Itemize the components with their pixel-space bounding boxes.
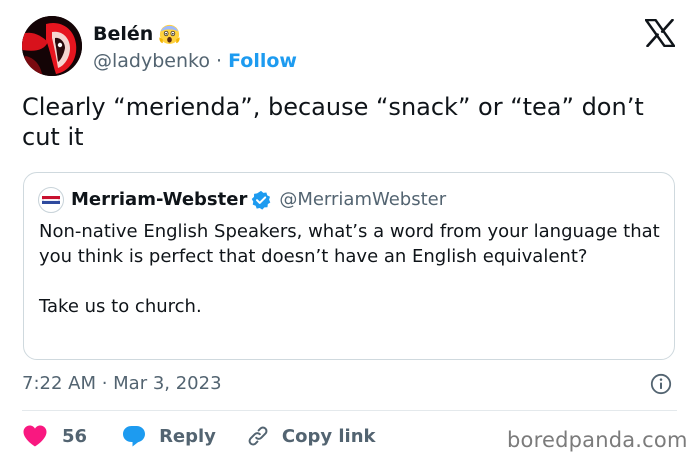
- author-handle-line: @ladybenko · Follow: [93, 50, 297, 72]
- watermark: boredpanda.com: [507, 428, 688, 452]
- reply-label: Reply: [159, 425, 216, 447]
- screaming-face-emoji-icon: [158, 22, 181, 45]
- reply-button[interactable]: Reply: [121, 424, 246, 448]
- author-name-text[interactable]: Belén: [93, 23, 153, 45]
- copy-link-button[interactable]: Copy link: [246, 424, 376, 448]
- quoted-tweet-paragraph: Non-native English Speakers, what’s a wo…: [39, 221, 660, 267]
- quoted-tweet-text: Non-native English Speakers, what’s a wo…: [39, 219, 664, 319]
- like-button[interactable]: 56: [22, 424, 121, 448]
- divider: [22, 410, 677, 411]
- copy-link-label: Copy link: [281, 425, 376, 447]
- quoted-author-name[interactable]: Merriam-Webster: [71, 189, 247, 210]
- tweet-embed: Belén @ladybenko · Follow Clearly “merie…: [0, 0, 700, 464]
- quoted-tweet-header: Merriam-Webster @MerriamWebster: [71, 189, 446, 210]
- follow-button[interactable]: Follow: [228, 50, 297, 72]
- info-icon[interactable]: [650, 373, 672, 395]
- reply-bubble-icon: [121, 424, 147, 448]
- link-icon: [246, 424, 270, 448]
- quoted-tweet-card[interactable]: Merriam-Webster @MerriamWebster Non-nati…: [23, 172, 675, 360]
- x-logo-icon[interactable]: [644, 18, 676, 48]
- tweet-timestamp[interactable]: 7:22 AM · Mar 3, 2023: [22, 373, 222, 394]
- author-avatar[interactable]: [22, 16, 82, 76]
- tweet-actions: 56 Reply Copy link: [22, 424, 376, 448]
- verified-badge-icon: [251, 190, 271, 210]
- quoted-author-avatar[interactable]: [38, 187, 64, 213]
- author-handle[interactable]: @ladybenko: [93, 50, 210, 72]
- like-count: 56: [62, 425, 88, 447]
- handle-separator: ·: [209, 50, 229, 72]
- author-name[interactable]: Belén: [93, 22, 181, 45]
- quoted-author-handle[interactable]: @MerriamWebster: [279, 189, 446, 210]
- quoted-tweet-paragraph: Take us to church.: [39, 296, 202, 317]
- tweet-text: Clearly “merienda”, because “snack” or “…: [22, 93, 644, 151]
- heart-icon: [22, 424, 48, 448]
